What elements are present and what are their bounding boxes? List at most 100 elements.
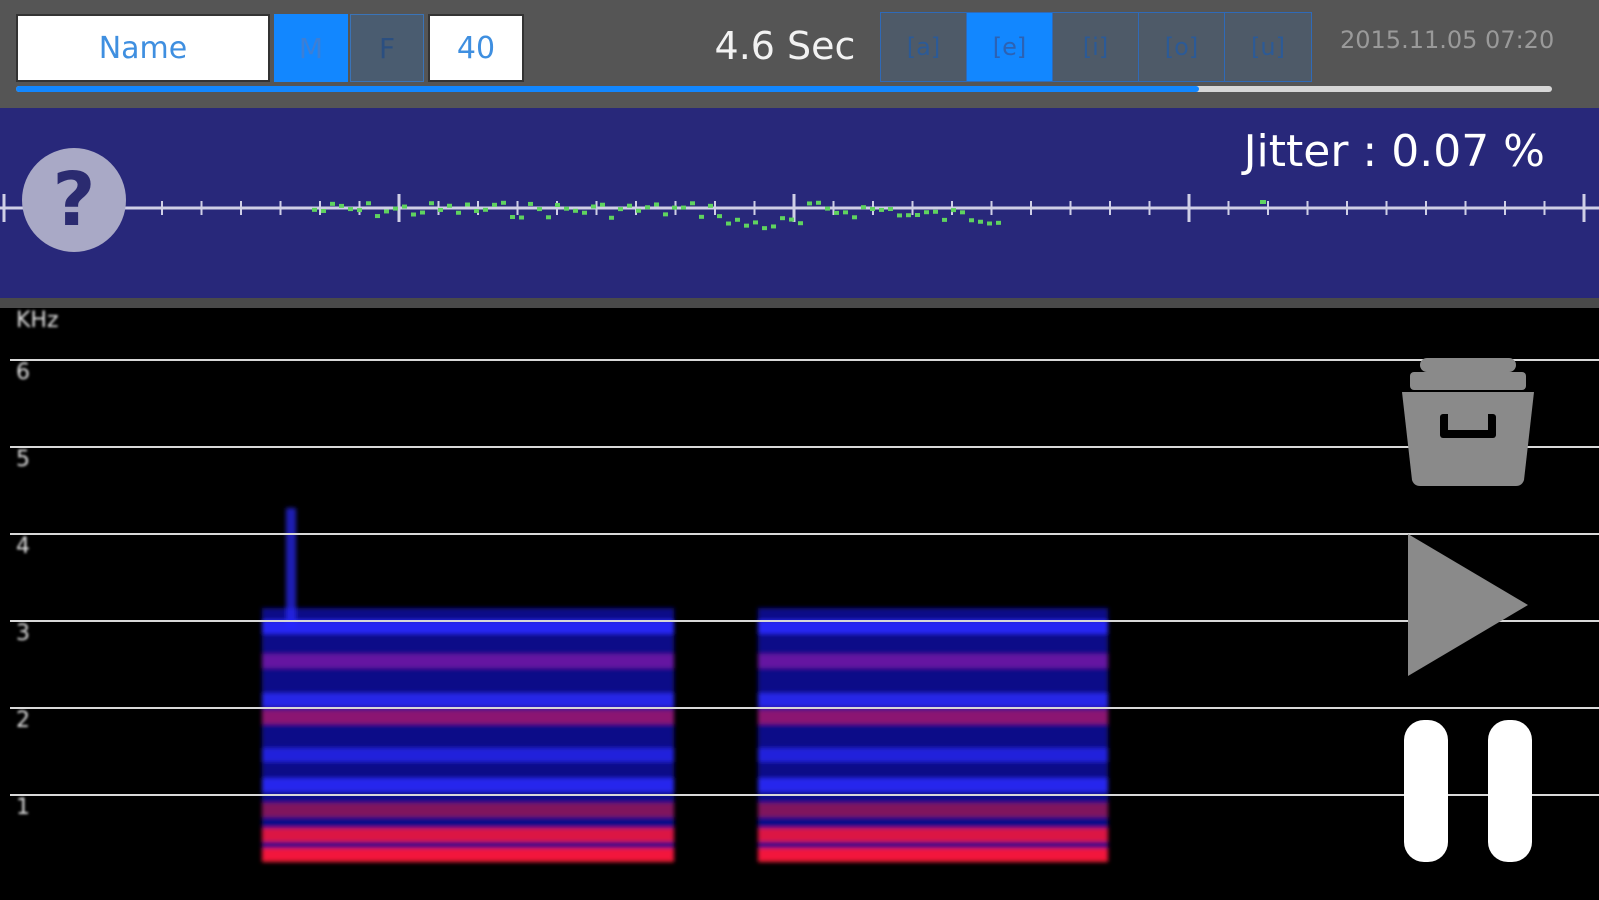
jitter-point [834,210,839,215]
vowel-e-button[interactable]: [e] [967,13,1053,81]
vowel-a-button[interactable]: [a] [881,13,967,81]
jitter-point [726,221,731,226]
jitter-panel: ? Jitter : 0.07 % [0,108,1599,298]
jitter-point [753,220,758,225]
jitter-point [735,217,740,222]
jitter-point [402,204,407,209]
jitter-point [942,217,947,222]
spectro-band [262,848,674,862]
tick-label-3: 3 [16,621,30,646]
spectro-band [262,620,674,634]
jitter-point [600,202,605,207]
spectro-band [262,828,674,842]
jitter-point [420,210,425,215]
spectro-band [758,848,1108,862]
spectro-region [262,608,674,858]
jitter-point [366,201,371,206]
jitter-point [609,215,614,220]
spectro-band [262,803,674,817]
spectro-region [758,608,1108,858]
jitter-point [690,201,695,206]
jitter-point [951,208,956,213]
jitter-point [960,210,965,215]
jitter-point [888,207,893,212]
jitter-point [375,214,380,219]
vowel-o-button[interactable]: [o] [1139,13,1225,81]
jitter-point [411,212,416,217]
jitter-point [744,223,749,228]
jitter-point [654,202,659,207]
jitter-point [996,220,1001,225]
jitter-point [969,218,974,223]
jitter-point [474,208,479,213]
sex-female-button[interactable]: F [350,14,424,82]
jitter-point [357,208,362,213]
question-mark-icon[interactable]: ? [22,148,126,252]
jitter-point [906,213,911,218]
jitter-point [933,209,938,214]
spectro-band [262,654,674,668]
jitter-point [339,203,344,208]
jitter-point [312,207,317,212]
jitter-point [879,207,884,212]
jitter-point [447,203,452,208]
jitter-point [798,221,803,226]
vowel-u-button[interactable]: [u] [1225,13,1311,81]
jitter-point [645,205,650,210]
jitter-point [636,208,641,213]
jitter-point [510,215,515,220]
vowel-i-button[interactable]: [i] [1053,13,1139,81]
spectro-band [262,748,674,762]
age-field[interactable]: 40 [428,14,524,82]
spectro-band [758,828,1108,842]
jitter-point [330,201,335,206]
jitter-value: Jitter : 0.07 % [1243,126,1545,177]
spectro-band [758,710,1108,724]
tick-label-1: 1 [16,795,30,820]
panel-divider [0,298,1599,308]
jitter-point [816,200,821,205]
spectro-band [758,803,1108,817]
jitter-point [978,219,983,224]
name-field[interactable]: Name [16,14,270,82]
jitter-point [465,202,470,207]
spectro-band [758,748,1108,762]
jitter-point [789,217,794,222]
play-icon[interactable] [1404,530,1534,680]
jitter-point [573,208,578,213]
jitter-point [501,200,506,205]
jitter-point [393,206,398,211]
jitter-point [384,209,389,214]
recording-progress-fill [16,86,1199,92]
spectro-band [262,778,674,792]
jitter-point [708,203,713,208]
duration-label: 4.6 Sec [714,24,856,68]
jitter-point [825,206,830,211]
jitter-point [546,215,551,220]
jitter-point [582,210,587,215]
jitter-point [762,226,767,231]
jitter-point [663,212,668,217]
sex-male-button[interactable]: M [274,14,348,82]
jitter-point [897,213,902,218]
jitter-point [852,215,857,220]
tick-label-4: 4 [16,534,30,559]
recording-progress [16,86,1552,92]
pause-icon[interactable] [1400,716,1540,866]
top-bar: Name M F 40 4.6 Sec [a] [e] [i] [o] [u] … [0,0,1599,108]
spectro-band [758,778,1108,792]
jitter-point [843,210,848,215]
jitter-point [672,205,677,210]
jitter-point [591,204,596,209]
jitter-point [699,214,704,219]
spectro-band [262,710,674,724]
tick-label-6: 6 [16,360,30,385]
jitter-point [681,205,686,210]
spectro-band [758,693,1108,707]
spectrogram: KHz 6 5 4 3 2 1 [0,308,1599,900]
save-box-icon[interactable] [1398,352,1538,492]
spectro-band [286,508,296,628]
spectrogram-plot [10,359,1599,862]
jitter-point [321,208,326,213]
jitter-point [438,207,443,212]
